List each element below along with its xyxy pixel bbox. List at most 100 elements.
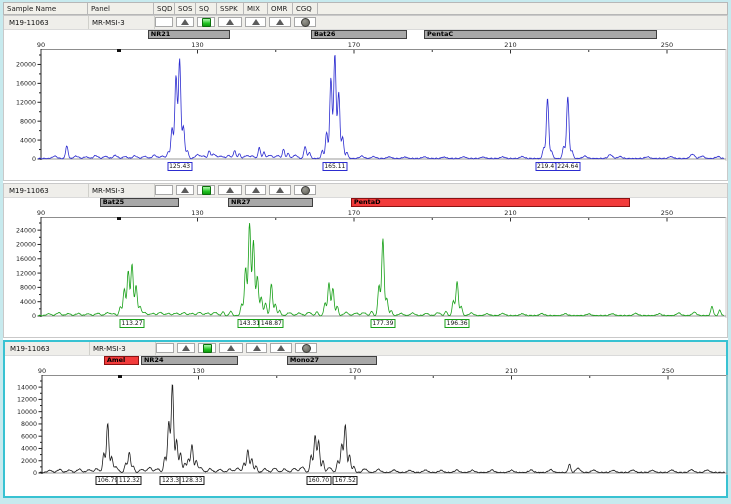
marker-bar-nr27[interactable]: NR27	[228, 198, 313, 207]
section-panel-blue: M19-11063 MR-MSI-3 NR21Bat26PentaC 90130…	[3, 15, 728, 181]
flag-sq-cell[interactable]	[197, 185, 215, 195]
peak-size-label[interactable]: 160.70	[306, 476, 331, 485]
sample-info-row[interactable]: M19-11063 MR-MSI-3	[5, 342, 726, 356]
y-axis-label: 4000	[21, 446, 37, 453]
x-axis-label: 130	[189, 209, 207, 217]
marker-bar-bat26[interactable]: Bat26	[311, 30, 407, 39]
marker-bar-bat25[interactable]: Bat25	[100, 198, 179, 207]
header-cell-sspk: SSPK	[217, 3, 244, 14]
header-cell-sqd: SQD	[154, 3, 175, 14]
flag-cgq-cell[interactable]	[294, 17, 316, 27]
flag-mix-cell[interactable]	[246, 343, 267, 353]
flag-sqd-cell[interactable]	[156, 343, 174, 353]
y-axis-label: 10000	[17, 409, 37, 416]
y-axis-label: 6000	[21, 433, 37, 440]
x-axis-row: 90130170210250	[5, 366, 726, 375]
peak-size-label[interactable]: 112.32	[117, 476, 142, 485]
marker-bar-pentad[interactable]: PentaD	[351, 198, 630, 207]
y-axis-label: 14000	[17, 384, 37, 391]
plot-area[interactable]: 04000800012000160002000024000	[4, 217, 727, 318]
marker-bar-amel[interactable]: Amel	[104, 356, 139, 365]
flag-omr-cell[interactable]	[269, 185, 291, 195]
plot-top-handle[interactable]	[118, 375, 122, 378]
flag-sos-cell[interactable]	[177, 343, 195, 353]
y-axis-label: 12000	[16, 99, 36, 106]
warning-triangle-icon	[227, 345, 235, 351]
results-table-header: Sample Name Panel SQD SOS SQ SSPK MIX OM…	[3, 2, 728, 15]
trace-electropherogram-green-dye	[38, 223, 724, 316]
marker-bar-pentac[interactable]: PentaC	[424, 30, 657, 39]
x-axis-label: 170	[345, 41, 363, 49]
flag-sspk-cell[interactable]	[218, 185, 242, 195]
trace-electropherogram-blue-dye	[38, 55, 724, 159]
marker-bar-row: Bat25 NR27 PentaD	[4, 198, 727, 208]
electropherogram-plot: 02000400060008000100001200014000	[5, 375, 728, 475]
marker-bar-nr21[interactable]: NR21	[148, 30, 230, 39]
x-axis-label: 130	[190, 367, 208, 375]
warning-triangle-icon	[277, 345, 285, 351]
peak-size-label[interactable]: 113.27	[120, 319, 145, 328]
x-axis-label: 90	[33, 367, 51, 375]
flag-sos-cell[interactable]	[176, 185, 194, 195]
x-axis-label: 170	[346, 367, 364, 375]
y-axis-label: 20000	[16, 242, 36, 249]
sample-info-row[interactable]: M19-11063 MR-MSI-3	[4, 16, 727, 30]
flag-sspk-cell[interactable]	[219, 343, 243, 353]
sample-info-row[interactable]: M19-11063 MR-MSI-3	[4, 184, 727, 198]
quality-pass-led-icon	[202, 18, 211, 27]
flag-mix-cell[interactable]	[245, 17, 266, 27]
electropherogram-plot: 040008000120001600020000	[4, 49, 727, 161]
flag-mix-cell[interactable]	[245, 185, 266, 195]
peak-label-row: 125.43165.11219.47224.64	[4, 161, 727, 174]
sample-name-cell: M19-11063	[9, 19, 49, 27]
flag-sqd-cell[interactable]	[155, 17, 173, 27]
warning-triangle-icon	[276, 19, 284, 25]
x-axis-label: 250	[658, 41, 676, 49]
x-axis-label: 130	[189, 41, 207, 49]
y-axis-label: 24000	[16, 227, 36, 234]
flag-sos-cell[interactable]	[176, 17, 194, 27]
status-circle-icon	[302, 344, 311, 353]
sample-name-cell: M19-11063	[10, 345, 50, 353]
flag-sqd-cell[interactable]	[155, 185, 173, 195]
flag-sq-cell[interactable]	[197, 17, 215, 27]
x-axis-label: 210	[502, 209, 520, 217]
column-divider	[88, 184, 89, 197]
y-axis-label: 8000	[20, 118, 36, 125]
y-axis-label: 16000	[16, 256, 36, 263]
peak-size-label[interactable]: 196.36	[445, 319, 470, 328]
peak-label-row: 113.27143.31148.87177.39196.36	[4, 318, 727, 331]
warning-triangle-icon	[226, 187, 234, 193]
plot-area[interactable]: 040008000120001600020000	[4, 49, 727, 161]
flag-omr-cell[interactable]	[270, 343, 292, 353]
flag-omr-cell[interactable]	[269, 17, 291, 27]
flag-cgq-cell[interactable]	[294, 185, 316, 195]
plot-top-handle[interactable]	[117, 217, 121, 220]
warning-triangle-icon	[226, 19, 234, 25]
y-axis-label: 20000	[16, 62, 36, 69]
marker-bar-mono27[interactable]: Mono27	[287, 356, 377, 365]
peak-size-label[interactable]: 125.43	[167, 162, 192, 171]
peak-size-label[interactable]: 177.39	[370, 319, 395, 328]
plot-area[interactable]: 02000400060008000100001200014000	[5, 375, 726, 475]
peak-size-label[interactable]: 128.33	[179, 476, 204, 485]
y-axis-label: 4000	[20, 299, 36, 306]
header-cell-sq: SQ	[196, 3, 217, 14]
panel-name-cell: MR-MSI-3	[93, 345, 126, 353]
flag-sspk-cell[interactable]	[218, 17, 242, 27]
section-panel-green: M19-11063 MR-MSI-3 Bat25NR27PentaD 90130…	[3, 183, 728, 338]
marker-bar-nr24[interactable]: NR24	[141, 356, 238, 365]
x-axis-label: 250	[658, 209, 676, 217]
peak-size-label[interactable]: 148.87	[259, 319, 284, 328]
peak-size-label[interactable]: 224.64	[555, 162, 580, 171]
panel-name-cell: MR-MSI-3	[92, 19, 125, 27]
flag-cgq-cell[interactable]	[295, 343, 317, 353]
plot-top-handle[interactable]	[117, 49, 121, 52]
flag-sq-cell[interactable]	[198, 343, 216, 353]
x-axis-row: 90130170210250	[4, 40, 727, 49]
header-cell-mix: MIX	[244, 3, 268, 14]
warning-triangle-icon	[181, 187, 189, 193]
peak-size-label[interactable]: 165.11	[322, 162, 347, 171]
peak-size-label[interactable]: 167.52	[333, 476, 358, 485]
section-panel-black: M19-11063 MR-MSI-3 AmelNR24 Mono27 90 130 1…	[3, 340, 728, 498]
